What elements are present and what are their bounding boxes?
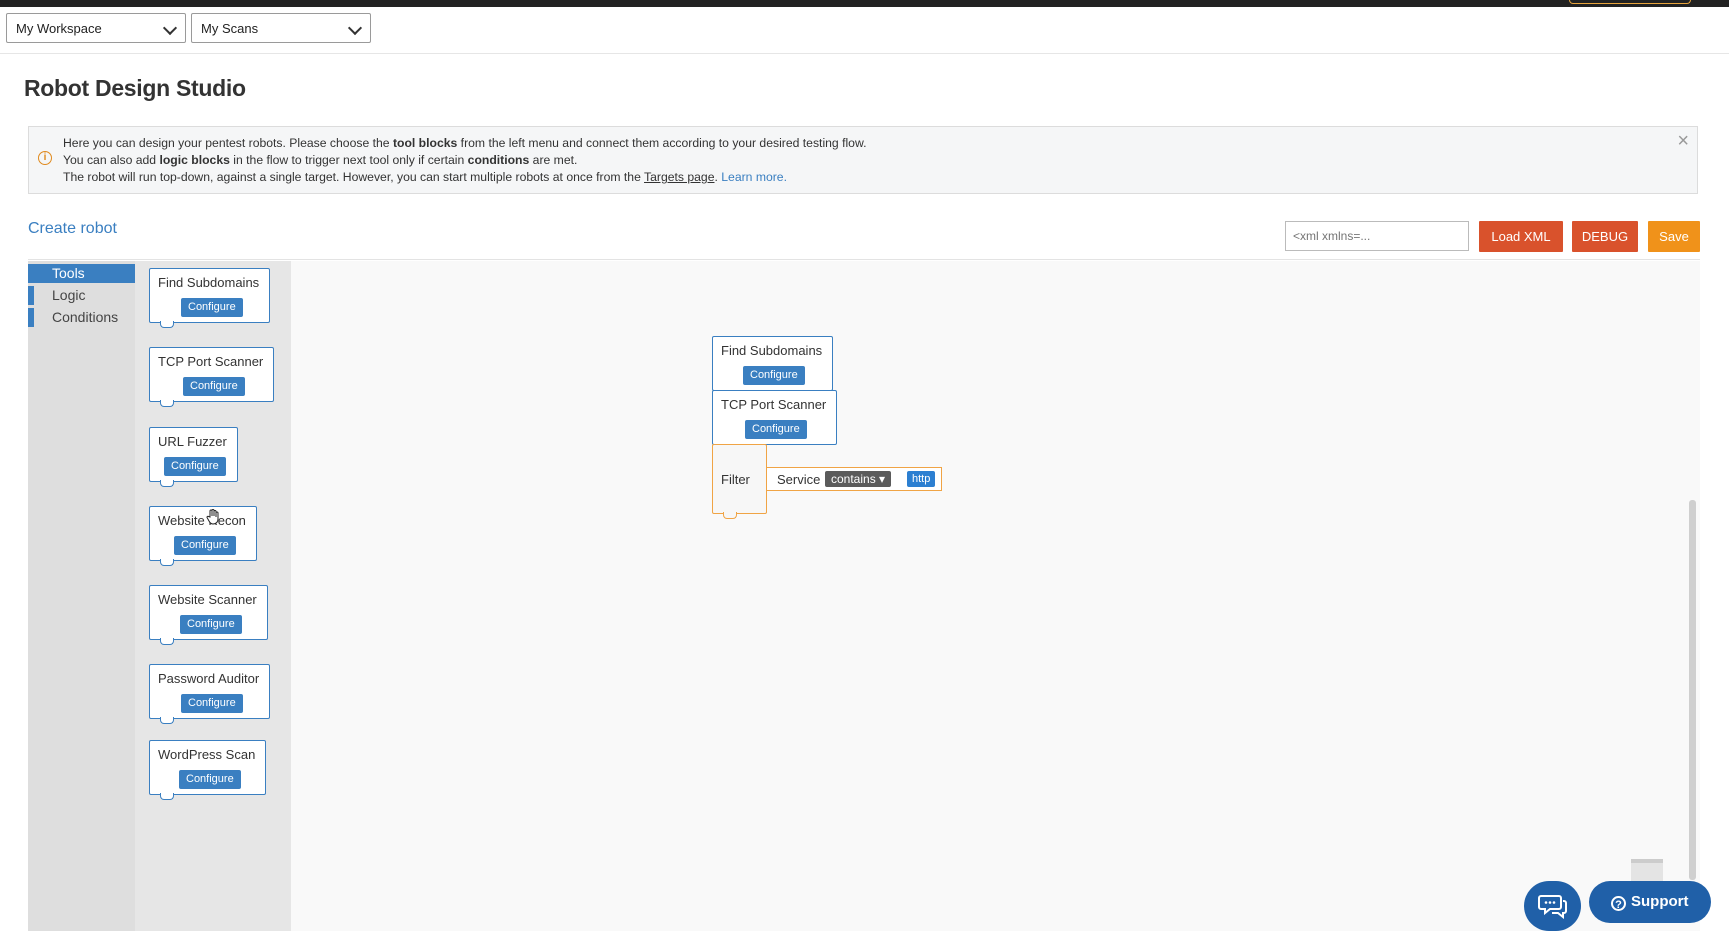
create-robot-title: Create robot xyxy=(28,220,117,237)
trash-icon[interactable] xyxy=(1631,859,1663,881)
chat-button[interactable] xyxy=(1524,881,1581,931)
flyout-block-find-subdomains[interactable]: Find Subdomains Configure xyxy=(149,268,270,328)
workspace-select[interactable]: My Workspace xyxy=(6,13,186,43)
flyout-block-password-auditor[interactable]: Password Auditor Configure xyxy=(149,664,270,724)
block-label: TCP Port Scanner xyxy=(721,397,827,412)
category-color-bar xyxy=(28,286,34,305)
chat-icon xyxy=(1538,895,1567,919)
workspace-select-value: My Workspace xyxy=(16,21,102,36)
canvas-block-tcp-port-scanner[interactable]: TCP Port Scanner Configure xyxy=(712,390,837,445)
divider xyxy=(28,259,1700,260)
configure-button[interactable]: Configure xyxy=(180,615,242,634)
info-icon: i xyxy=(38,151,52,165)
info-line-2: You can also add logic blocks in the flo… xyxy=(63,153,578,167)
condition-operator-dropdown[interactable]: contains ▾ xyxy=(825,471,892,487)
workspace-scrollbar[interactable] xyxy=(1689,500,1696,880)
load-xml-button[interactable]: Load XML xyxy=(1479,221,1563,252)
block-notch xyxy=(160,638,174,645)
block-notch xyxy=(160,400,174,407)
category-label: Logic xyxy=(52,287,86,303)
canvas-block-filter[interactable]: Filter xyxy=(712,444,767,519)
flyout-block-url-fuzzer[interactable]: URL Fuzzer Configure xyxy=(149,427,238,487)
block-label: TCP Port Scanner xyxy=(158,354,264,369)
xml-input[interactable] xyxy=(1285,221,1469,251)
block-label: Password Auditor xyxy=(158,671,260,686)
chevron-down-icon xyxy=(347,20,363,36)
targets-page-link[interactable]: Targets page xyxy=(644,170,714,184)
scans-select[interactable]: My Scans xyxy=(191,13,371,43)
block-notch xyxy=(160,321,174,328)
category-color-bar xyxy=(28,308,34,327)
info-line-3: The robot will run top-down, against a s… xyxy=(63,170,787,184)
hand-cursor-icon xyxy=(206,509,219,525)
filter-condition-block[interactable]: Service contains ▾ http xyxy=(766,467,942,491)
info-line-1: Here you can design your pentest robots.… xyxy=(63,136,867,150)
configure-button[interactable]: Configure xyxy=(179,770,241,789)
top-bar-accent xyxy=(1569,0,1691,4)
condition-field: Service xyxy=(777,472,821,487)
category-logic[interactable]: Logic xyxy=(28,286,85,305)
block-notch xyxy=(160,793,174,800)
block-label: Website Recon xyxy=(158,513,246,528)
info-banner: i Here you can design your pentest robot… xyxy=(28,126,1698,194)
page-title: Robot Design Studio xyxy=(24,75,246,101)
configure-button[interactable]: Configure xyxy=(174,536,236,555)
filter-label: Filter xyxy=(721,472,750,487)
workspace-bar: My Workspace My Scans xyxy=(0,7,1729,54)
condition-value[interactable]: http xyxy=(907,471,936,487)
scans-select-value: My Scans xyxy=(201,21,259,36)
block-label: WordPress Scan xyxy=(158,747,256,762)
flyout-block-tcp-port-scanner[interactable]: TCP Port Scanner Configure xyxy=(149,347,274,407)
block-label: Find Subdomains xyxy=(721,343,823,358)
configure-button[interactable]: Configure xyxy=(745,420,807,439)
save-button[interactable]: Save xyxy=(1648,221,1700,252)
configure-button[interactable]: Configure xyxy=(181,298,243,317)
category-conditions[interactable]: Conditions xyxy=(28,308,118,327)
top-bar xyxy=(0,0,1729,7)
block-notch xyxy=(160,559,174,566)
learn-more-link[interactable]: Learn more. xyxy=(721,170,787,184)
flyout-block-website-scanner[interactable]: Website Scanner Configure xyxy=(149,585,268,645)
toolbox xyxy=(28,261,135,931)
block-label: Website Scanner xyxy=(158,592,257,607)
category-label: Conditions xyxy=(52,309,119,325)
block-notch xyxy=(160,717,174,724)
help-icon: ? xyxy=(1611,896,1626,911)
close-icon[interactable]: × xyxy=(1677,131,1689,151)
category-label: Tools xyxy=(52,265,85,281)
chevron-down-icon xyxy=(162,20,178,36)
support-label: Support xyxy=(1631,893,1689,910)
support-button[interactable]: ? Support xyxy=(1589,881,1711,923)
configure-button[interactable]: Configure xyxy=(181,694,243,713)
canvas-block-find-subdomains[interactable]: Find Subdomains Configure xyxy=(712,336,833,391)
block-label: Find Subdomains xyxy=(158,275,260,290)
configure-button[interactable]: Configure xyxy=(743,366,805,385)
flyout-block-wordpress-scan[interactable]: WordPress Scan Configure xyxy=(149,740,266,800)
block-notch xyxy=(160,480,174,487)
block-label: URL Fuzzer xyxy=(158,434,227,449)
configure-button[interactable]: Configure xyxy=(164,457,226,476)
category-tools[interactable]: Tools xyxy=(28,264,135,283)
configure-button[interactable]: Configure xyxy=(183,377,245,396)
flyout-block-website-recon[interactable]: Website Recon Configure xyxy=(149,506,257,566)
block-notch xyxy=(723,512,737,519)
debug-button[interactable]: DEBUG xyxy=(1572,221,1638,252)
